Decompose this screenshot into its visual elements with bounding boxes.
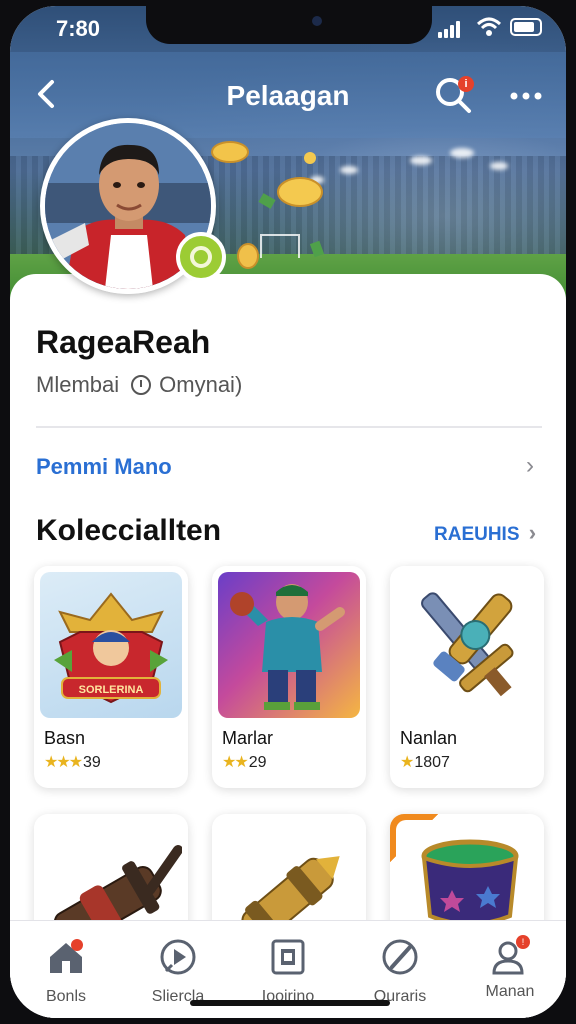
- card-rating: ★★★ 39: [44, 752, 101, 772]
- document-icon: [271, 939, 305, 975]
- star-rating-icon: ★★★: [44, 754, 83, 771]
- card-emblem-text: SORLERINA: [79, 684, 144, 696]
- collection-title: Kolecciallten: [36, 514, 222, 547]
- camera-notch: [146, 6, 432, 44]
- chevron-right-icon: ›: [528, 520, 537, 545]
- collection-card[interactable]: Marlar ★★ 29: [212, 566, 366, 788]
- search-badge: i: [458, 76, 474, 92]
- status-time: 7:80: [56, 16, 101, 41]
- tab-profile[interactable]: ! Manan: [460, 931, 560, 1001]
- play-icon: [160, 939, 196, 975]
- page-title: Pelaagan: [226, 80, 350, 111]
- home-icon: [50, 939, 83, 973]
- member-info: Mlembai Omynai): [36, 372, 242, 398]
- tab-document[interactable]: Iooirino: [238, 931, 338, 1006]
- tab-label: Bonls: [45, 988, 87, 1005]
- status-bar: 7:80: [10, 6, 566, 54]
- member-status: Omynai): [159, 372, 243, 397]
- phone-screen: 7:80 Pelaagan i RageaReah Mlembai Omynai…: [10, 6, 566, 1018]
- divider: [36, 426, 542, 428]
- collection-card[interactable]: Nanlan ★ 1807: [390, 566, 544, 788]
- card-image: [396, 572, 538, 718]
- rating-value: 29: [248, 754, 267, 771]
- card-title: Nanlan: [400, 728, 458, 748]
- battery-icon: [510, 18, 542, 36]
- clock-icon: [131, 375, 152, 395]
- more-options-icon[interactable]: [504, 76, 548, 116]
- card-title: Basn: [44, 728, 86, 748]
- home-indicator[interactable]: [190, 1000, 390, 1006]
- card-image: [218, 572, 360, 718]
- tab-badge: !: [516, 935, 530, 949]
- card-rating: ★ 1807: [400, 752, 450, 772]
- rating-value: 1807: [414, 754, 450, 771]
- menu-link-row[interactable]: Pemmi Mano ›: [36, 452, 546, 486]
- see-all-link[interactable]: RAEUHIS ›: [434, 520, 536, 546]
- compass-icon: [382, 939, 418, 975]
- level-badge-icon: [176, 232, 226, 282]
- tab-play[interactable]: Sliercla: [128, 931, 228, 1006]
- collection-card[interactable]: SORLERINA Basn ★★★ 39: [34, 566, 188, 788]
- profile-name: RageaReah: [36, 324, 211, 360]
- tab-compass[interactable]: Ouraris: [350, 931, 450, 1006]
- profile-icon: !: [490, 935, 530, 977]
- card-image: SORLERINA: [40, 572, 182, 718]
- member-label: Mlembai: [36, 372, 120, 397]
- tab-home[interactable]: Bonls: [16, 931, 116, 1006]
- star-rating-icon: ★★: [222, 754, 249, 771]
- card-rating: ★★ 29: [222, 752, 266, 772]
- signal-icon: [438, 20, 462, 38]
- tab-label: Manan: [485, 983, 535, 1000]
- star-rating-icon: ★: [400, 754, 414, 771]
- wifi-icon: [476, 17, 502, 36]
- card-title: Marlar: [222, 728, 274, 748]
- rating-value: 39: [83, 754, 101, 771]
- menu-link-label: Pemmi Mano: [36, 454, 172, 479]
- see-all-label: RAEUHIS: [434, 524, 520, 545]
- chevron-right-icon: ›: [526, 452, 534, 479]
